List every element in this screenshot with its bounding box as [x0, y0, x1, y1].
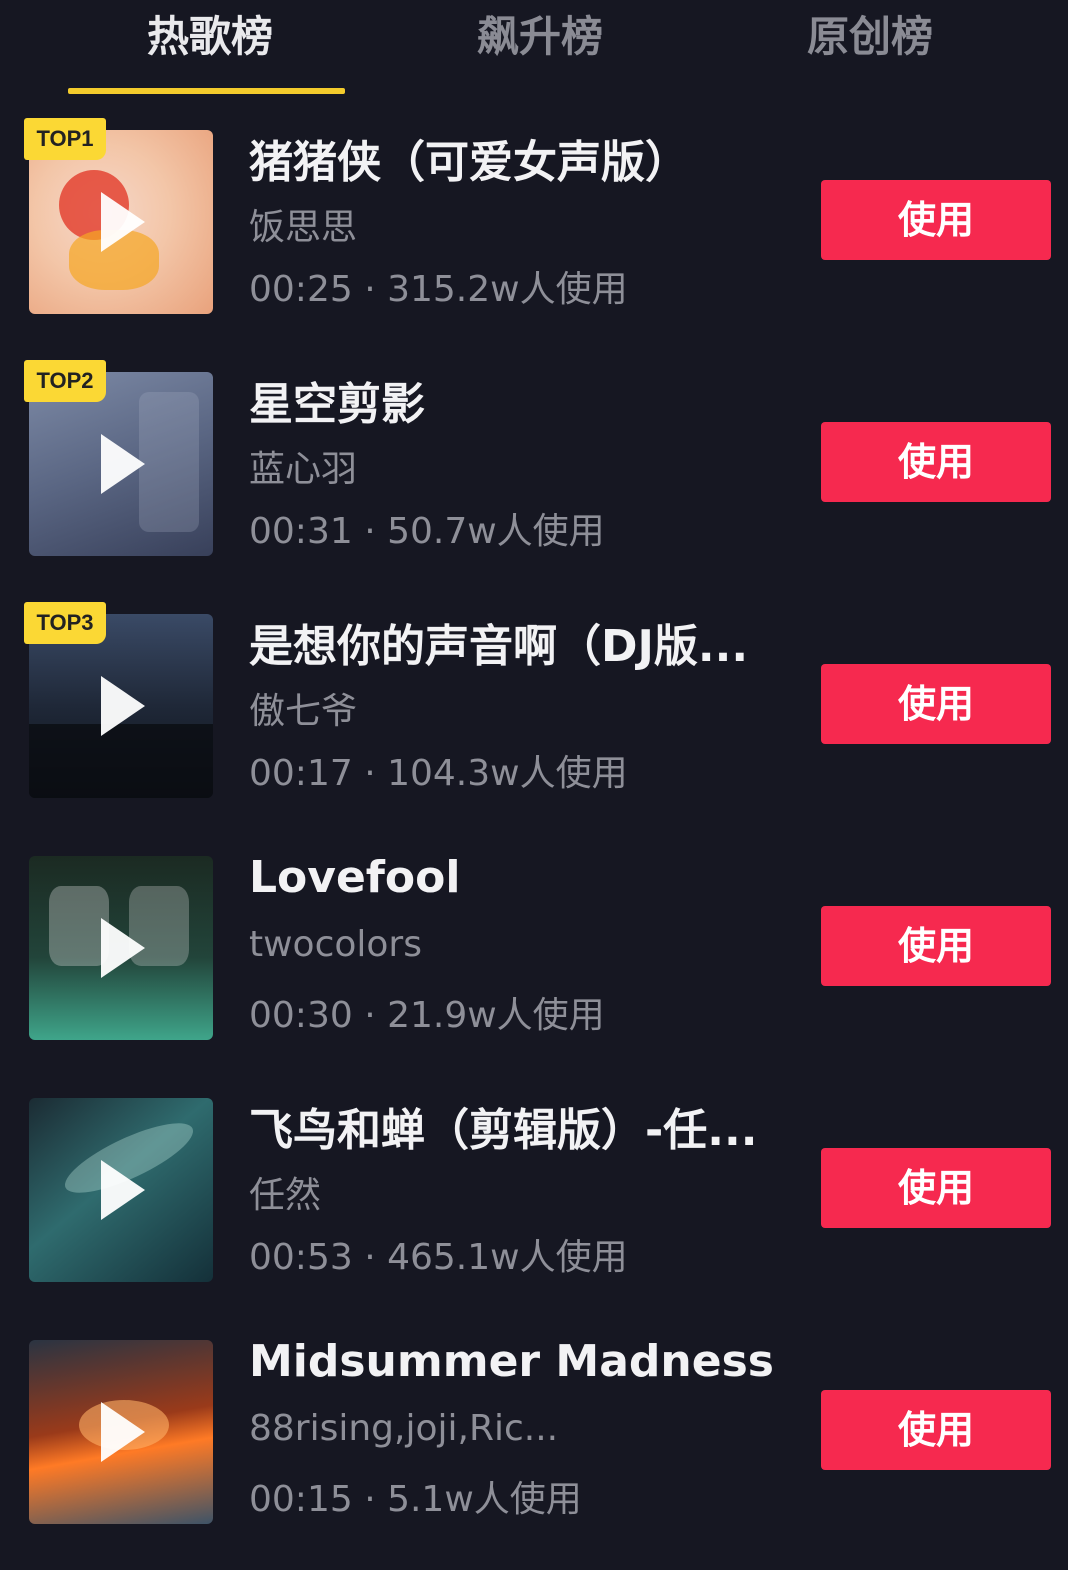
song-title[interactable]: 星空剪影 — [249, 368, 425, 432]
song-artist: 任然 — [249, 1175, 322, 1216]
song-artist: 蓝心羽 — [249, 449, 358, 490]
use-button[interactable]: 使用 — [821, 906, 1051, 986]
song-meta: 00:31 · 50.7w人使用 — [249, 511, 605, 552]
song-list: TOP1 猪猪侠（可爱女声版） 饭思思 00:25 · 315.2w人使用 使用… — [0, 0, 1068, 1524]
play-icon[interactable] — [101, 192, 145, 252]
song-meta: 00:25 · 315.2w人使用 — [249, 269, 628, 310]
song-title[interactable]: 飞鸟和蝉（剪辑版）-任... — [249, 1094, 757, 1158]
use-button[interactable]: 使用 — [821, 664, 1051, 744]
song-artist: 傲七爷 — [249, 691, 358, 732]
song-artist: 饭思思 — [249, 207, 358, 248]
song-meta: 00:30 · 21.9w人使用 — [249, 995, 605, 1036]
list-item: Lovefool twocolors 00:30 · 21.9w人使用 使用 — [0, 844, 1068, 1086]
use-button[interactable]: 使用 — [821, 1148, 1051, 1228]
use-button[interactable]: 使用 — [821, 1390, 1051, 1470]
list-item: TOP3 是想你的声音啊（DJ版... 傲七爷 00:17 · 104.3w人使… — [0, 602, 1068, 844]
song-meta: 00:15 · 5.1w人使用 — [249, 1479, 582, 1520]
song-title[interactable]: 是想你的声音啊（DJ版... — [249, 610, 748, 674]
rank-badge: TOP2 — [24, 360, 106, 402]
song-cover[interactable] — [29, 1098, 213, 1282]
play-icon[interactable] — [101, 918, 145, 978]
song-title[interactable]: Midsummer Madness — [249, 1336, 774, 1387]
rank-badge: TOP1 — [24, 118, 106, 160]
song-artist: twocolors — [249, 924, 422, 965]
play-icon[interactable] — [101, 1402, 145, 1462]
song-title[interactable]: 猪猪侠（可爱女声版） — [249, 126, 689, 190]
song-meta: 00:53 · 465.1w人使用 — [249, 1237, 628, 1278]
list-item: TOP2 星空剪影 蓝心羽 00:31 · 50.7w人使用 使用 — [0, 360, 1068, 602]
use-button[interactable]: 使用 — [821, 422, 1051, 502]
song-title[interactable]: Lovefool — [249, 852, 460, 903]
song-meta: 00:17 · 104.3w人使用 — [249, 753, 628, 794]
play-icon[interactable] — [101, 1160, 145, 1220]
list-item: 飞鸟和蝉（剪辑版）-任... 任然 00:53 · 465.1w人使用 使用 — [0, 1086, 1068, 1328]
use-button[interactable]: 使用 — [821, 180, 1051, 260]
list-item: TOP1 猪猪侠（可爱女声版） 饭思思 00:25 · 315.2w人使用 使用 — [0, 118, 1068, 360]
song-artist: 88rising,joji,Ric... — [249, 1408, 559, 1449]
song-cover[interactable] — [29, 1340, 213, 1524]
play-icon[interactable] — [101, 434, 145, 494]
rank-badge: TOP3 — [24, 602, 106, 644]
song-cover[interactable] — [29, 856, 213, 1040]
list-item: Midsummer Madness 88rising,joji,Ric... 0… — [0, 1328, 1068, 1570]
play-icon[interactable] — [101, 676, 145, 736]
